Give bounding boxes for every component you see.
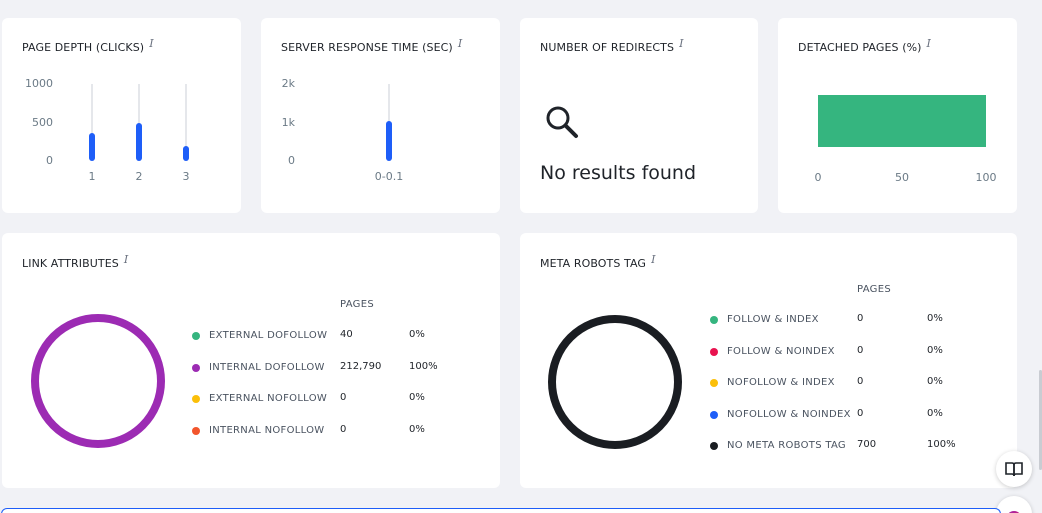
legend-label[interactable]: NO META ROBOTS TAG (727, 439, 846, 453)
percent-value: 100% (927, 439, 956, 450)
pages-value: 0 (340, 392, 347, 403)
redirects-card: NUMBER OF REDIRECTS i No results found (520, 18, 758, 213)
legend-dot (710, 347, 718, 356)
percent-value: 100% (409, 360, 438, 372)
donut-ring[interactable] (548, 315, 682, 449)
search-icon (546, 106, 578, 138)
server-response-title-text: SERVER RESPONSE TIME (SEC) (281, 41, 453, 54)
pages-value: 0 (857, 344, 864, 356)
pages-column-header: PAGES (340, 299, 374, 310)
detached-pages-card: DETACHED PAGES (%) i 0 50 100 (778, 18, 1017, 213)
x-tick-label: 3 (182, 170, 190, 183)
y-tick-label: 1000 (25, 77, 53, 90)
legend-label[interactable]: INTERNAL DOFOLLOW (209, 361, 325, 375)
detached-bar[interactable] (818, 95, 986, 147)
y-tick-label: 1k (281, 115, 295, 129)
link-attributes-title-text: LINK ATTRIBUTES (22, 257, 119, 270)
legend-label[interactable]: NOFOLLOW & INDEX (727, 376, 835, 390)
link-attributes-card: LINK ATTRIBUTES i PAGES EXTERNAL DOFOLLOW… (2, 233, 500, 488)
legend-dot (710, 442, 718, 450)
legend-label[interactable]: EXTERNAL NOFOLLOW (209, 392, 327, 406)
y-tick-label: 2k (281, 77, 295, 90)
legend-label[interactable]: INTERNAL NOFOLLOW (209, 424, 325, 438)
meta-robots-title: META ROBOTS TAG i (540, 253, 656, 270)
legend-dot (192, 426, 200, 435)
next-card-edge (1, 508, 1001, 513)
legend-label[interactable]: FOLLOW & INDEX (727, 313, 819, 327)
pages-value: 0 (857, 407, 864, 419)
page-depth-card: PAGE DEPTH (CLICKS) i 1000 500 0 1 2 3 (2, 18, 241, 213)
y-tick-label: 500 (32, 115, 53, 129)
y-tick-label: 0 (288, 154, 295, 167)
detached-pages-title-text: DETACHED PAGES (%) (798, 41, 922, 54)
percent-value: 0% (409, 423, 425, 435)
percent-value: 0% (927, 407, 943, 419)
percent-value: 0% (409, 392, 425, 403)
server-response-title: SERVER RESPONSE TIME (SEC) i (281, 37, 462, 54)
donut-ring[interactable] (31, 314, 165, 448)
x-tick-label: 0 (814, 171, 822, 184)
info-icon[interactable]: i (927, 37, 931, 50)
detached-pages-title: DETACHED PAGES (%) i (798, 37, 931, 54)
percent-value: 0% (927, 376, 943, 387)
knowledge-base-button[interactable] (996, 451, 1032, 487)
server-response-card: SERVER RESPONSE TIME (SEC) i 2k 1k 0 0-0.1 (261, 18, 500, 213)
percent-value: 0% (409, 329, 425, 340)
link-attributes-donut[interactable] (29, 312, 167, 450)
legend-dot (192, 363, 200, 372)
legend-dot (710, 316, 718, 324)
x-tick-label: 50 (895, 171, 909, 184)
info-icon[interactable]: i (679, 37, 683, 50)
assistant-button[interactable] (996, 496, 1032, 513)
pages-value: 40 (340, 329, 353, 340)
legend-label[interactable]: FOLLOW & NOINDEX (727, 345, 835, 359)
bar[interactable] (183, 145, 189, 161)
meta-robots-donut[interactable] (546, 313, 684, 451)
legend-label[interactable]: NOFOLLOW & NOINDEX (727, 408, 851, 422)
info-icon[interactable]: i (458, 37, 462, 50)
percent-value: 0% (927, 344, 943, 356)
redirects-title: NUMBER OF REDIRECTS i (540, 37, 684, 54)
redirects-title-text: NUMBER OF REDIRECTS (540, 41, 675, 54)
pages-value: 212,790 (340, 360, 382, 372)
x-tick-label: 100 (975, 171, 997, 184)
bar[interactable] (89, 132, 95, 161)
info-icon[interactable]: i (124, 253, 128, 266)
no-results-text: No results found (540, 162, 697, 184)
meta-robots-title-text: META ROBOTS TAG (540, 257, 647, 270)
link-attributes-title: LINK ATTRIBUTES i (22, 253, 128, 270)
legend-dot (710, 379, 718, 387)
percent-value: 0% (927, 313, 943, 324)
page-depth-title-text: PAGE DEPTH (CLICKS) (22, 41, 145, 54)
legend-dot (710, 410, 718, 419)
book-icon (1005, 462, 1023, 477)
pages-value: 700 (857, 439, 877, 450)
pages-column-header: PAGES (857, 284, 891, 295)
info-icon[interactable]: i (651, 253, 655, 266)
x-tick-label: 0-0.1 (374, 170, 404, 183)
y-tick-label: 0 (46, 154, 53, 167)
legend-dot (192, 395, 200, 403)
pages-value: 0 (857, 376, 864, 387)
legend-dot (192, 332, 200, 340)
legend-label[interactable]: EXTERNAL DOFOLLOW (209, 329, 327, 343)
meta-robots-card: META ROBOTS TAG i PAGES FOLLOW & INDEX 0 0%… (520, 233, 1017, 488)
bar[interactable] (386, 120, 392, 161)
info-icon[interactable]: i (149, 37, 153, 50)
page-depth-title: PAGE DEPTH (CLICKS) i (22, 37, 154, 54)
pages-value: 0 (857, 313, 864, 324)
pages-value: 0 (340, 423, 347, 435)
bar[interactable] (136, 123, 142, 161)
